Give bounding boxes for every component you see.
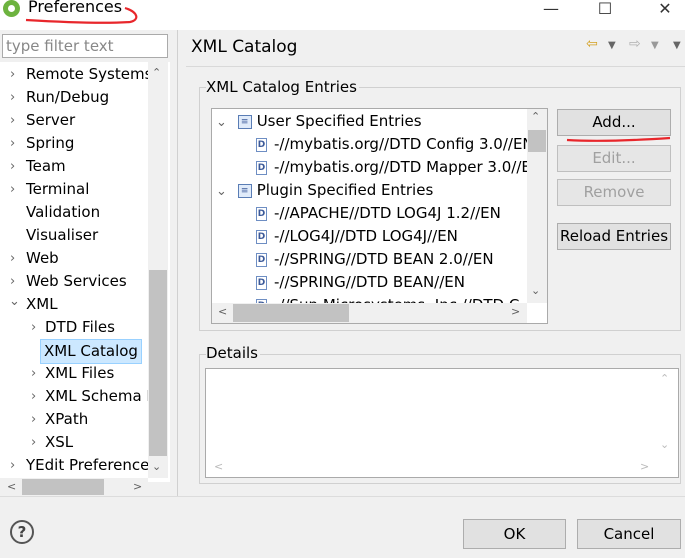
dtd-file-icon: D — [256, 275, 267, 290]
tree-category-plugin-specified[interactable]: ⌄ ≡ Plugin Specified Entries — [216, 179, 433, 202]
entries-vertical-scroll-thumb[interactable] — [528, 130, 546, 152]
sidebar-item-label: DTD Files — [45, 318, 115, 336]
add-button[interactable]: Add... — [557, 109, 671, 136]
panel-divider[interactable] — [177, 30, 178, 496]
tree-horizontal-scroll-thumb[interactable] — [22, 479, 104, 495]
sidebar-item-label: Web — [26, 249, 59, 267]
sidebar-item-label: Web Services — [26, 272, 127, 290]
chevron-right-icon[interactable]: › — [10, 178, 15, 201]
sidebar-item-label: Visualiser — [26, 226, 99, 244]
tree-entry[interactable]: D -//LOG4J//DTD LOG4J//EN — [256, 225, 458, 248]
back-arrow-icon[interactable]: ⇦ — [586, 36, 598, 52]
tree-entry[interactable]: D -//SPRING//DTD BEAN//EN — [256, 271, 465, 294]
details-group-label: Details — [206, 344, 261, 362]
sidebar-item-label: XPath — [45, 410, 89, 428]
entries-group-label: XML Catalog Entries — [206, 78, 359, 96]
tree-entry[interactable]: D -//SPRING//DTD BEAN 2.0//EN — [256, 248, 494, 271]
sidebar-item-label: Spring — [26, 134, 75, 152]
header-separator — [186, 66, 685, 67]
chevron-down-icon[interactable]: ⌄ — [216, 115, 227, 130]
dtd-file-icon: D — [256, 229, 267, 244]
tree-item-label: -//APACHE//DTD LOG4J 1.2//EN — [274, 204, 501, 222]
sidebar-item-label: XML Catalog — [40, 339, 142, 364]
chevron-right-icon[interactable]: › — [31, 316, 36, 339]
scroll-left-icon[interactable]: < — [7, 480, 16, 493]
tree-category-user-specified[interactable]: ⌄ ≡ User Specified Entries — [216, 110, 422, 133]
page-title: XML Catalog — [191, 37, 298, 57]
chevron-right-icon[interactable]: › — [10, 63, 15, 86]
sidebar-item-label: XML Files — [45, 364, 115, 382]
footer-separator — [0, 496, 685, 497]
scroll-up-icon[interactable]: ⌃ — [660, 372, 669, 385]
filter-input[interactable] — [2, 34, 168, 58]
chevron-right-icon[interactable]: › — [10, 454, 15, 477]
chevron-down-icon[interactable]: ⌄ — [9, 290, 20, 313]
chevron-right-icon[interactable]: › — [10, 86, 15, 109]
scroll-up-icon[interactable]: ⌃ — [152, 66, 161, 79]
dtd-file-icon: D — [256, 137, 267, 152]
scroll-down-icon[interactable]: ⌄ — [531, 284, 540, 297]
chevron-right-icon[interactable]: › — [31, 385, 36, 408]
tree-vertical-scroll-thumb[interactable] — [149, 270, 167, 456]
forward-dropdown-icon[interactable]: ▼ — [651, 40, 659, 51]
scroll-right-icon[interactable]: > — [640, 460, 649, 473]
tree-item-label: User Specified Entries — [256, 112, 422, 130]
forward-arrow-icon[interactable]: ⇨ — [629, 36, 641, 52]
ok-button[interactable]: OK — [463, 519, 566, 549]
sidebar-item-label: YEdit Preference — [26, 456, 150, 474]
tree-entry[interactable]: D -//APACHE//DTD LOG4J 1.2//EN — [256, 202, 501, 225]
sidebar-item-label: Server — [26, 111, 76, 129]
tree-item-label: -//SPRING//DTD BEAN//EN — [274, 273, 465, 291]
scroll-up-icon[interactable]: ⌃ — [531, 110, 540, 123]
tree-item-label: Plugin Specified Entries — [256, 181, 434, 199]
view-menu-icon[interactable]: ▼ — [673, 40, 681, 51]
catalog-icon: ≡ — [237, 114, 252, 129]
catalog-entries-tree[interactable]: ⌄ ≡ User Specified Entries D -//mybatis.or… — [211, 108, 548, 324]
dtd-file-icon: D — [256, 160, 267, 175]
tree-entry[interactable]: D -//mybatis.org//DTD Mapper 3.0//EN — [256, 156, 542, 179]
sidebar-item-label: Terminal — [26, 180, 90, 198]
dtd-file-icon: D — [256, 252, 267, 267]
dtd-file-icon: D — [256, 206, 267, 221]
catalog-icon: ≡ — [237, 183, 252, 198]
edit-button[interactable]: Edit... — [557, 145, 671, 172]
scroll-left-icon[interactable]: < — [214, 460, 223, 473]
chevron-right-icon[interactable]: › — [31, 362, 36, 385]
tree-item-label: -//LOG4J//DTD LOG4J//EN — [274, 227, 458, 245]
chevron-right-icon[interactable]: › — [10, 132, 15, 155]
sidebar-item-label: Remote Systems — [26, 65, 153, 83]
sidebar-item-label: Team — [26, 157, 66, 175]
scroll-down-icon[interactable]: ⌄ — [660, 438, 669, 451]
scroll-right-icon[interactable]: > — [133, 480, 142, 493]
chevron-right-icon[interactable]: › — [10, 109, 15, 132]
chevron-right-icon[interactable]: › — [10, 247, 15, 270]
chevron-right-icon[interactable]: › — [31, 431, 36, 454]
tree-item-label: -//mybatis.org//DTD Config 3.0//EN — [274, 135, 534, 153]
back-dropdown-icon[interactable]: ▼ — [608, 40, 616, 51]
chevron-right-icon[interactable]: › — [10, 155, 15, 178]
sidebar-item-label: Run/Debug — [26, 88, 110, 106]
sidebar-item-label: XSL — [45, 433, 74, 451]
chevron-down-icon[interactable]: ⌄ — [216, 184, 227, 199]
sidebar-item-label: XML — [26, 295, 58, 313]
scroll-right-icon[interactable]: > — [511, 305, 520, 318]
details-text-area[interactable] — [205, 368, 679, 478]
chevron-right-icon[interactable]: › — [31, 408, 36, 431]
remove-button[interactable]: Remove — [557, 179, 671, 206]
sidebar-item-label: Validation — [26, 203, 101, 221]
tree-item-label: -//mybatis.org//DTD Mapper 3.0//EN — [274, 158, 543, 176]
tree-item-label: -//SPRING//DTD BEAN 2.0//EN — [274, 250, 494, 268]
scroll-left-icon[interactable]: < — [218, 305, 227, 318]
help-icon[interactable]: ? — [10, 520, 34, 544]
sidebar-item-label: XML Schema F — [45, 387, 156, 405]
scroll-down-icon[interactable]: ⌄ — [152, 460, 161, 473]
reload-entries-button[interactable]: Reload Entries — [557, 223, 671, 250]
entries-horizontal-scroll-thumb[interactable] — [233, 304, 349, 322]
tree-entry[interactable]: D -//mybatis.org//DTD Config 3.0//EN — [256, 133, 534, 156]
cancel-button[interactable]: Cancel — [577, 519, 681, 549]
